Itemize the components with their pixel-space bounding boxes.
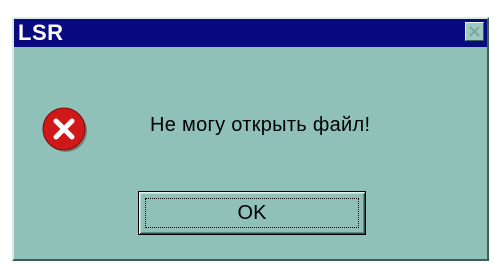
error-dialog: LSR Не могу открыть файл! OK: [12, 17, 489, 261]
ok-button[interactable]: OK: [138, 191, 366, 235]
title-bar[interactable]: LSR: [14, 19, 487, 47]
close-button[interactable]: [465, 22, 484, 41]
error-icon: [42, 107, 87, 152]
ok-button-label: OK: [237, 202, 267, 224]
close-icon: [469, 26, 480, 37]
error-message: Не могу открыть файл!: [150, 114, 371, 136]
window-title: LSR: [18, 20, 64, 45]
